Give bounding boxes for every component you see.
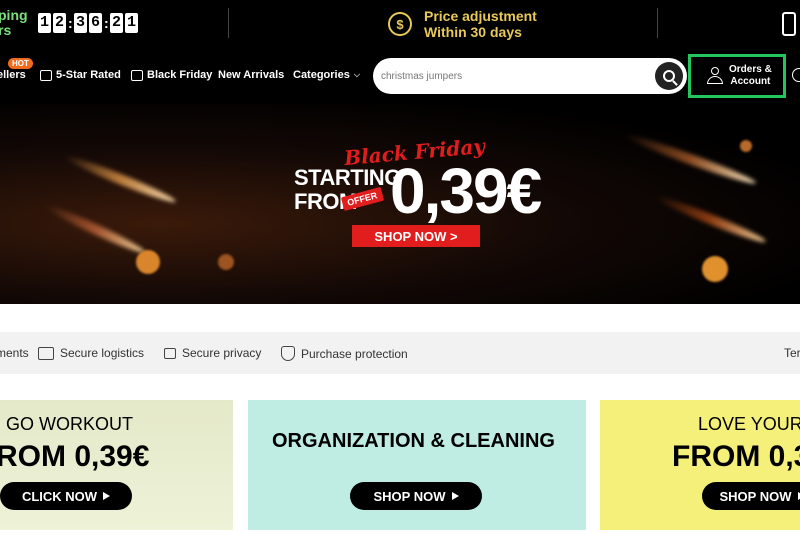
price-adjustment-title: Price adjustment bbox=[424, 8, 537, 24]
star-rated-icon bbox=[40, 69, 52, 81]
decorative-glow bbox=[218, 254, 234, 270]
divider bbox=[657, 8, 658, 38]
timer-separator: : bbox=[68, 15, 73, 31]
play-arrow-icon bbox=[103, 492, 111, 500]
button-label: SHOP NOW bbox=[373, 488, 446, 504]
nav-item-5-star-rated[interactable]: 5-Star Rated bbox=[40, 69, 121, 81]
trust-item-label: ments bbox=[0, 346, 29, 360]
timer-separator: : bbox=[104, 15, 109, 31]
timer-digit: 1 bbox=[38, 13, 51, 33]
nav-item-new-arrivals[interactable]: New Arrivals bbox=[218, 69, 284, 81]
shipping-line-2: rs bbox=[0, 22, 12, 38]
button-label: CLICK NOW bbox=[21, 488, 98, 504]
trust-item-payments[interactable]: ments bbox=[0, 346, 29, 360]
trust-bar: ments Secure logistics Secure privacy Pu… bbox=[0, 332, 800, 374]
search-bar bbox=[373, 58, 687, 94]
calendar-icon bbox=[131, 69, 143, 81]
trust-item-purchase-protection[interactable]: Purchase protection bbox=[281, 346, 408, 361]
category-card-organization[interactable]: ORGANIZATION & CLEANING SHOP NOW bbox=[248, 400, 586, 530]
category-card-love-your[interactable]: LOVE YOUR FROM 0,3 SHOP NOW bbox=[600, 400, 800, 530]
shop-now-button[interactable]: SHOP NOW bbox=[702, 482, 800, 510]
category-card-workout[interactable]: GO WORKOUT ROM 0,39€ CLICK NOW bbox=[0, 400, 233, 530]
free-shipping-text: ping rs bbox=[0, 8, 28, 38]
timer-digit: 2 bbox=[110, 13, 123, 33]
nav-item-categories[interactable]: Categories ⌵ bbox=[293, 69, 360, 81]
hero-promo: Black Friday STARTING FROM OFFER 0,39€ S… bbox=[292, 134, 552, 284]
shop-now-button[interactable]: SHOP NOW bbox=[350, 482, 482, 510]
lock-icon bbox=[164, 347, 176, 359]
nav-item-label: ellers bbox=[0, 69, 26, 81]
price-adjustment-subtitle: Within 30 days bbox=[424, 24, 522, 40]
decorative-streak bbox=[652, 191, 768, 247]
trust-item-label: Secure logistics bbox=[60, 346, 145, 360]
click-now-button[interactable]: CLICK NOW bbox=[0, 482, 132, 510]
user-icon bbox=[707, 67, 723, 85]
cart-icon[interactable] bbox=[792, 68, 800, 82]
button-label: SHOP NOW bbox=[719, 488, 792, 504]
chevron-down-icon: ⌵ bbox=[353, 70, 360, 79]
card-subtitle: FROM 0,3 bbox=[672, 440, 800, 473]
trust-item-label: Purchase protection bbox=[301, 346, 408, 361]
account-line-1: Orders & bbox=[729, 64, 772, 75]
trust-item-label: Ter bbox=[784, 346, 800, 360]
hero-banner[interactable]: Black Friday STARTING FROM OFFER 0,39€ S… bbox=[0, 104, 800, 304]
search-input[interactable] bbox=[381, 66, 641, 86]
decorative-streak bbox=[62, 151, 178, 207]
divider bbox=[228, 8, 229, 38]
timer-digit: 1 bbox=[125, 13, 138, 33]
page: ping rs 1 2 : 3 6 : 2 1 $ Price adjustme… bbox=[0, 0, 800, 533]
decorative-glow bbox=[136, 250, 160, 274]
promo-bar: ping rs 1 2 : 3 6 : 2 1 $ Price adjustme… bbox=[0, 0, 800, 48]
search-button[interactable] bbox=[655, 62, 683, 90]
hot-badge: HOT bbox=[8, 58, 33, 69]
timer-digit: 6 bbox=[89, 13, 102, 33]
card-subtitle: ROM 0,39€ bbox=[0, 440, 150, 473]
trust-item-terms[interactable]: Ter bbox=[784, 346, 800, 360]
card-title: LOVE YOUR bbox=[698, 414, 800, 434]
nav-item-label: Black Friday bbox=[147, 69, 213, 81]
play-arrow-icon bbox=[451, 492, 459, 500]
truck-icon bbox=[38, 346, 54, 360]
orders-account-button[interactable]: Orders & Account bbox=[688, 54, 786, 98]
shipping-line-1: ping bbox=[0, 7, 28, 23]
dollar-coin-icon: $ bbox=[388, 12, 412, 36]
decorative-glow bbox=[740, 140, 752, 152]
trust-item-secure-privacy[interactable]: Secure privacy bbox=[164, 346, 261, 360]
nav-item-bestsellers[interactable]: ellers bbox=[0, 69, 26, 81]
hero-shop-now-button[interactable]: SHOP NOW > bbox=[352, 225, 480, 247]
nav-item-label: 5-Star Rated bbox=[56, 69, 121, 81]
nav-item-black-friday[interactable]: Black Friday bbox=[131, 69, 212, 81]
mobile-app-icon[interactable] bbox=[782, 12, 796, 36]
nav-item-label: New Arrivals bbox=[218, 69, 285, 81]
timer-digit: 3 bbox=[74, 13, 87, 33]
search-icon bbox=[663, 70, 675, 82]
countdown-timer: 1 2 : 3 6 : 2 1 bbox=[38, 13, 138, 33]
timer-digit: 2 bbox=[53, 13, 66, 33]
trust-item-secure-logistics[interactable]: Secure logistics bbox=[38, 346, 144, 360]
trust-item-label: Secure privacy bbox=[182, 346, 262, 360]
starting-label: STARTING bbox=[294, 165, 401, 190]
decorative-glow bbox=[702, 256, 728, 282]
card-title: GO WORKOUT bbox=[6, 414, 133, 434]
card-title: ORGANIZATION & CLEANING bbox=[272, 430, 555, 452]
account-line-2: Account bbox=[730, 76, 771, 87]
price-adjustment-promo[interactable]: $ Price adjustment Within 30 days bbox=[388, 8, 537, 40]
hero-price: 0,39€ bbox=[390, 155, 542, 227]
decorative-streak bbox=[43, 201, 147, 257]
shield-icon bbox=[281, 346, 295, 361]
nav-item-label: Categories bbox=[293, 69, 350, 81]
decorative-streak bbox=[622, 130, 758, 188]
main-nav: HOT ellers 5-Star Rated Black Friday New… bbox=[0, 48, 800, 104]
